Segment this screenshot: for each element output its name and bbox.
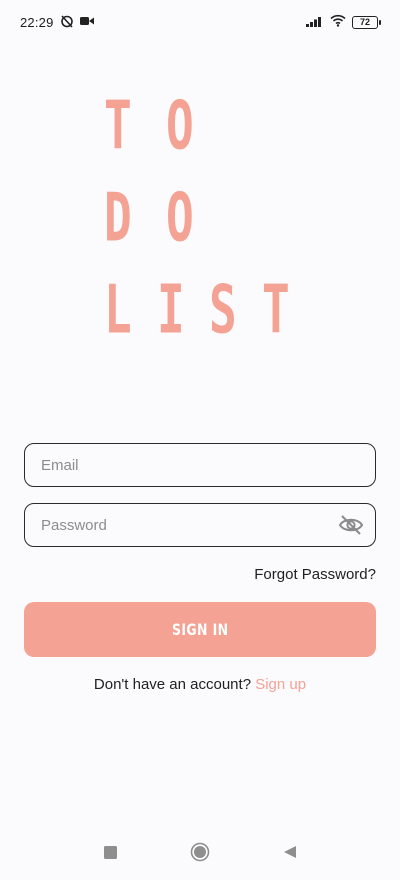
video-camera-icon	[79, 15, 94, 30]
status-bar: 22:29 72	[0, 0, 400, 44]
logo-letter: O	[166, 179, 194, 258]
logo-row-2: D O	[104, 184, 314, 276]
signup-row: Don't have an account? Sign up	[0, 676, 400, 693]
triangle-back-icon[interactable]	[280, 842, 300, 862]
no-account-text: Don't have an account?	[93, 676, 252, 693]
wifi-icon	[330, 14, 346, 30]
eye-off-icon[interactable]	[337, 511, 365, 539]
password-field-container	[24, 503, 376, 547]
signal-icon	[306, 15, 324, 30]
forgot-password-link[interactable]: Forgot Password?	[254, 566, 376, 583]
circle-icon[interactable]	[190, 842, 210, 862]
navigation-bar	[0, 822, 400, 880]
logo-letter: O	[166, 87, 194, 166]
status-time: 22:29	[20, 14, 54, 30]
status-left: 22:29	[20, 14, 94, 31]
battery-icon: 72	[352, 15, 381, 29]
logo-letter: T	[261, 271, 290, 350]
email-field[interactable]	[41, 456, 359, 474]
logo-letter: I	[156, 271, 185, 350]
logo-letter: T	[104, 87, 132, 166]
logo-row-1: T O	[104, 92, 314, 184]
app-logo: T O D O L I S T	[104, 92, 314, 368]
logo-row-3: L I S T	[104, 276, 314, 368]
sign-in-button[interactable]: SIGN IN	[24, 602, 376, 657]
email-field-container	[24, 443, 376, 487]
logo-letter: L	[104, 271, 132, 350]
square-icon[interactable]	[100, 842, 120, 862]
status-right: 72	[306, 14, 381, 30]
password-field[interactable]	[41, 516, 337, 534]
alarm-off-icon	[60, 14, 74, 31]
logo-letter: S	[209, 271, 237, 350]
sign-in-label: SIGN IN	[171, 620, 229, 639]
sign-up-link[interactable]: Sign up	[255, 676, 306, 693]
logo-letter: D	[104, 179, 132, 258]
